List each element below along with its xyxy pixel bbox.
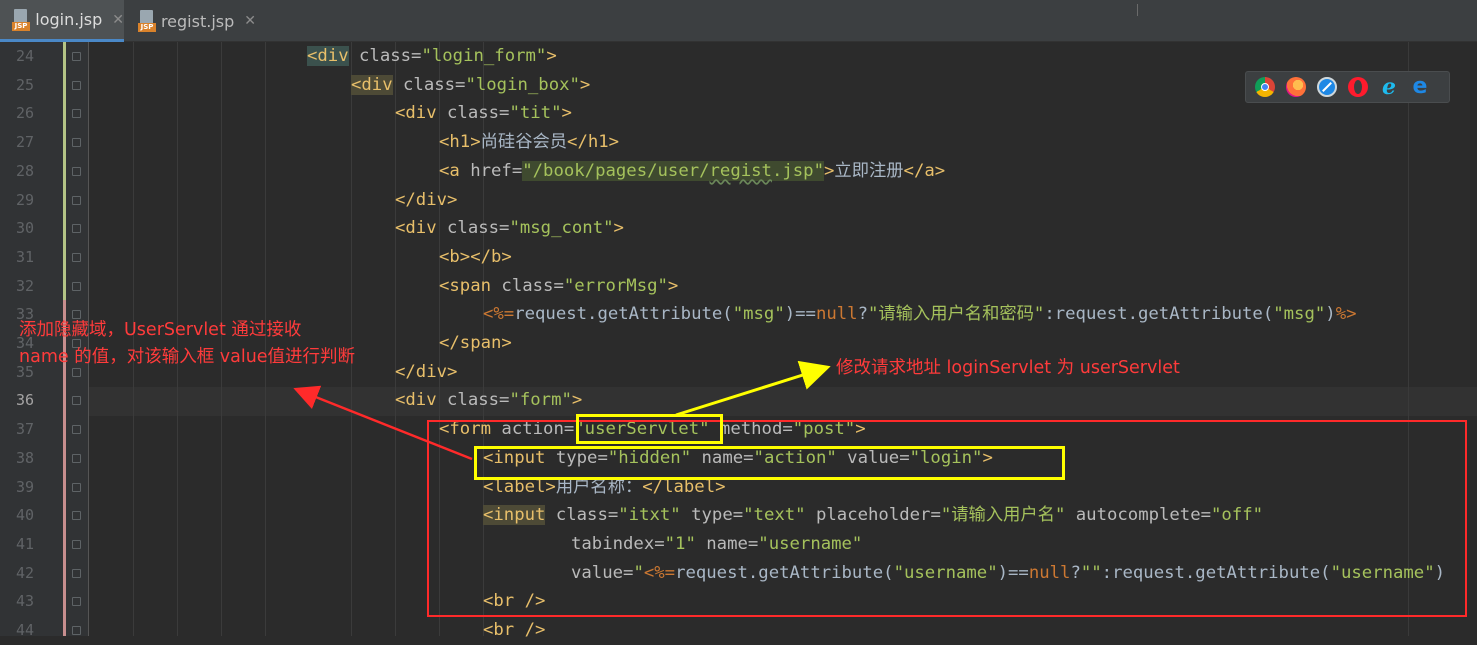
- yellow-arrow: [675, 360, 831, 417]
- request-url-annotation: 修改请求地址 loginServlet 为 userServlet: [836, 358, 1180, 378]
- hidden-field-annotation: 添加隐藏域，UserServlet 通过接收 name 的值，对该输入框 val…: [19, 320, 356, 367]
- red-arrow: [293, 385, 473, 461]
